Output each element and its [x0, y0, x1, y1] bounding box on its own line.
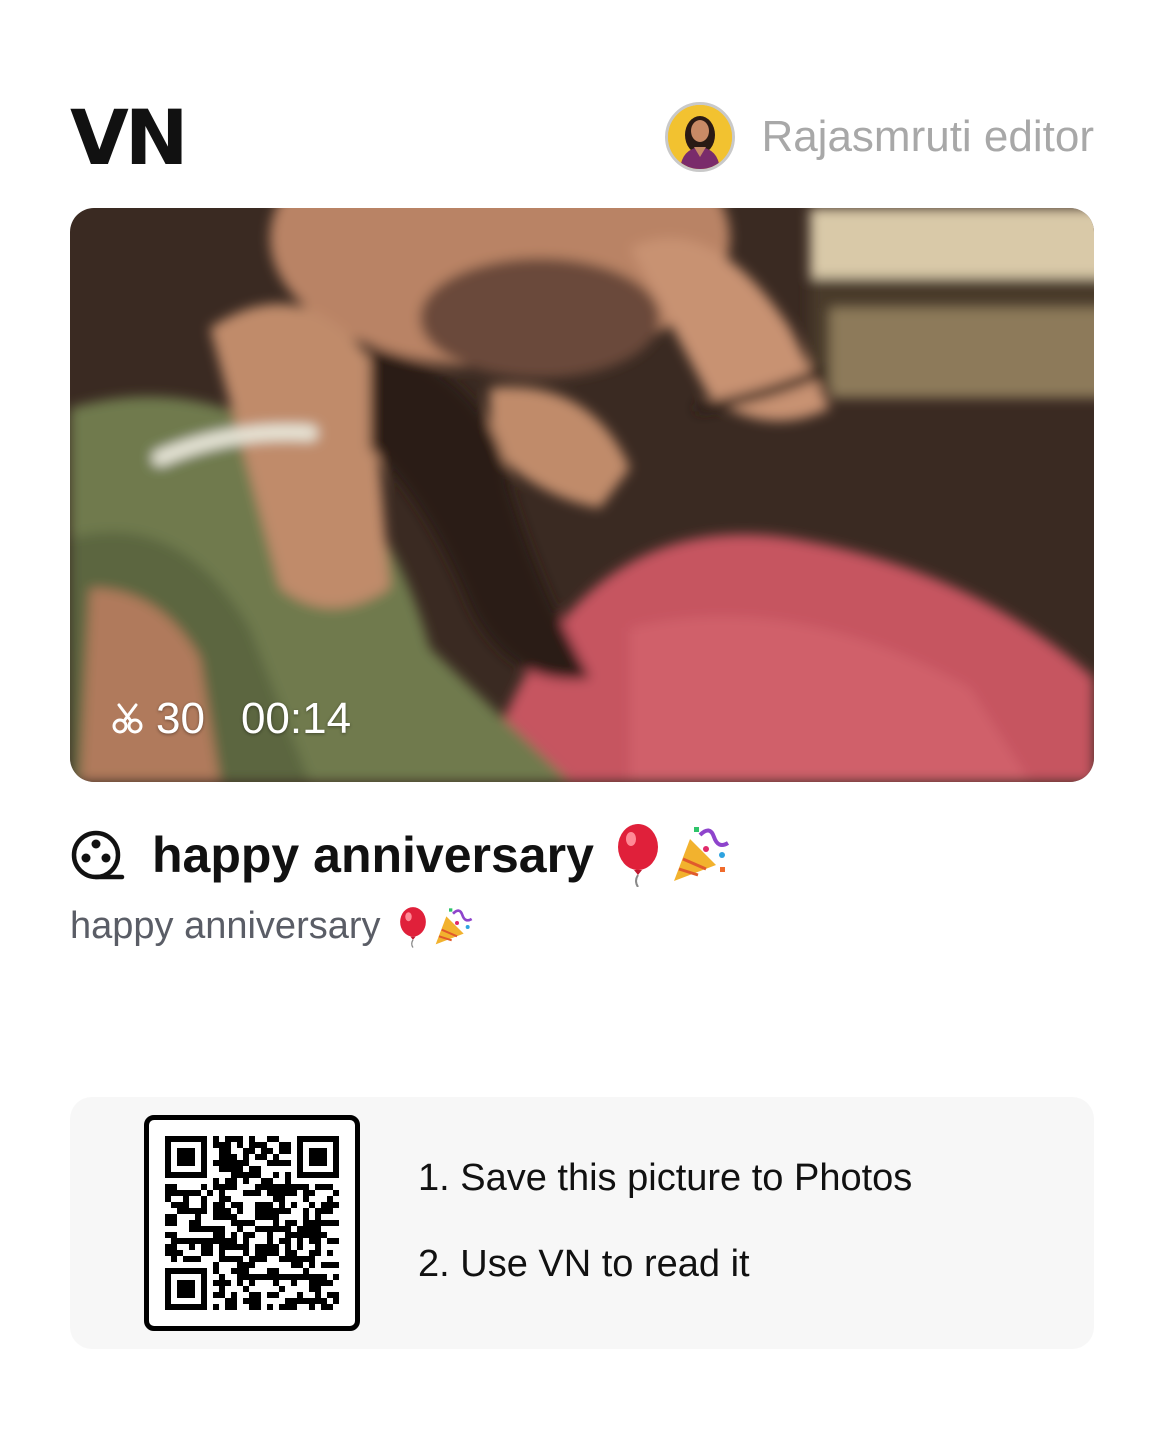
clip-count: 30 [156, 694, 205, 743]
party-popper-icon [673, 827, 729, 881]
project-description-row: happy anniversary [70, 905, 473, 948]
party-popper-icon [435, 907, 472, 944]
project-description: happy anniversary [70, 905, 381, 947]
balloon-icon [617, 824, 658, 887]
qr-step-2: 2. Use VN to read it [418, 1243, 750, 1285]
qr-instructions: 1. Save this picture to Photos 2. Use VN… [418, 1157, 912, 1329]
vn-logo: VN [70, 93, 188, 182]
user-profile[interactable]: Rajasmruti editor [665, 98, 1094, 176]
avatar[interactable] [665, 102, 736, 172]
video-duration: 00:14 [240, 694, 352, 743]
header: VN Rajasmruti editor [70, 95, 1094, 180]
qr-code [144, 1115, 360, 1331]
project-title: happy anniversary [152, 827, 594, 883]
scissors-icon [112, 703, 143, 734]
qr-card: 1. Save this picture to Photos 2. Use VN… [70, 1097, 1094, 1349]
qr-step-1: 1. Save this picture to Photos [418, 1157, 913, 1199]
video-info: 30 00:14 [110, 694, 351, 744]
video-preview[interactable]: 30 00:14 [70, 208, 1094, 782]
balloon-icon [399, 906, 426, 948]
project-title-row: happy anniversary [70, 820, 730, 890]
username[interactable]: Rajasmruti editor [761, 112, 1094, 162]
qr-code-icon [165, 1136, 339, 1310]
film-reel-icon [71, 830, 125, 880]
